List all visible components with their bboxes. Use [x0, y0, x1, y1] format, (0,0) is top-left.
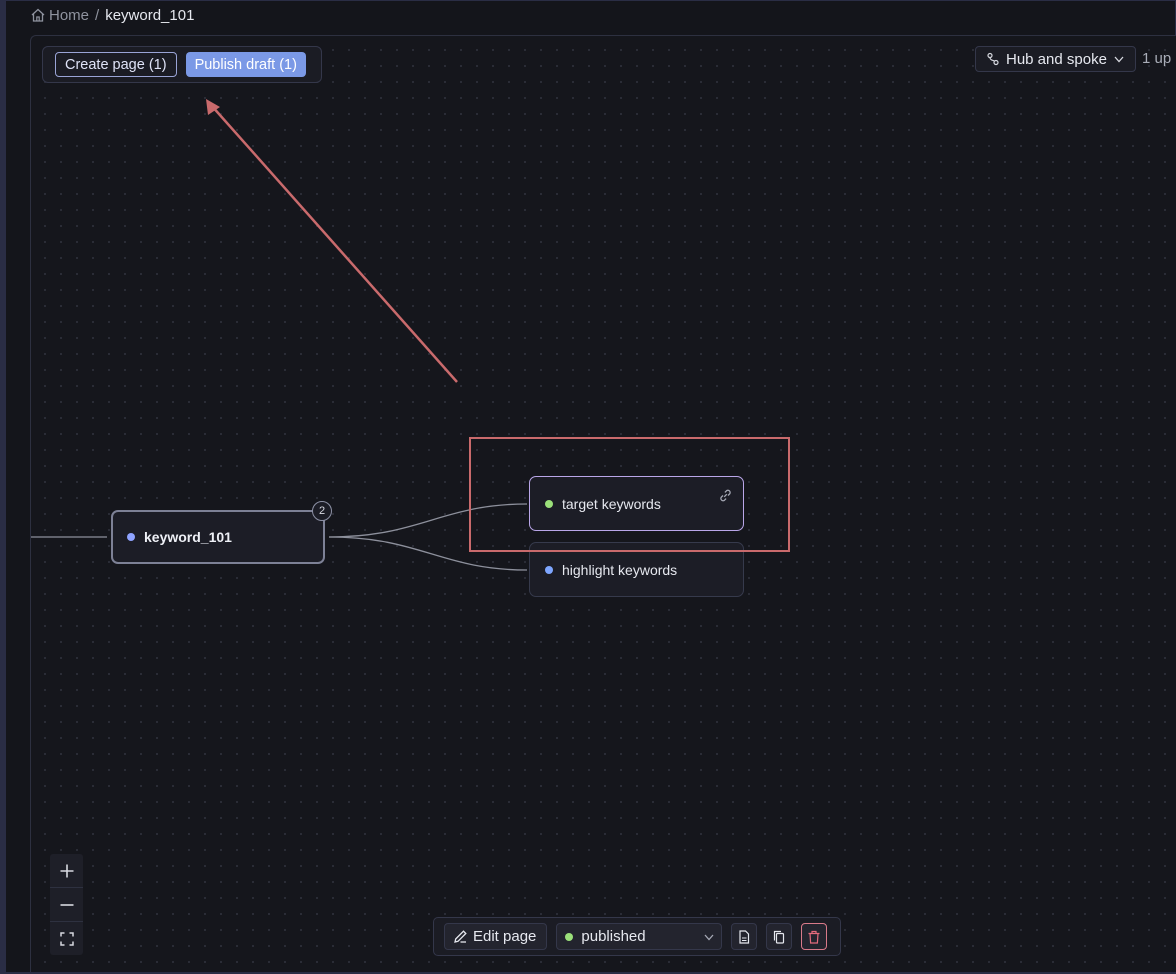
copy-icon	[774, 930, 785, 944]
zoom-out-button[interactable]	[50, 888, 83, 922]
breadcrumb-home[interactable]: Home	[30, 7, 89, 24]
page-actions-bar: Edit page published	[433, 917, 841, 956]
edit-page-label: Edit page	[473, 928, 537, 945]
status-value: published	[581, 928, 646, 945]
breadcrumb: Home / keyword_101	[30, 5, 194, 25]
chevron-down-icon	[704, 934, 714, 940]
annotation-arrow	[206, 99, 458, 383]
status-dot	[565, 932, 574, 941]
breadcrumb-separator: /	[95, 6, 100, 24]
view-document-button[interactable]	[731, 923, 758, 950]
zoom-in-button[interactable]	[50, 854, 83, 888]
app-frame: Home / keyword_101 Create page (1) Publi…	[0, 0, 1176, 974]
duplicate-button[interactable]	[766, 923, 793, 950]
plus-icon	[60, 864, 73, 877]
trash-icon	[808, 930, 820, 944]
fit-view-button[interactable]	[50, 922, 83, 955]
minus-icon	[60, 903, 73, 906]
home-icon	[31, 8, 45, 22]
fit-view-icon	[59, 931, 74, 946]
zoom-controls	[50, 854, 83, 955]
breadcrumb-current: keyword_101	[105, 6, 195, 24]
document-icon	[739, 929, 750, 944]
delete-button[interactable]	[801, 923, 828, 950]
status-select[interactable]: published	[556, 923, 723, 950]
breadcrumb-home-label: Home	[49, 6, 90, 24]
pencil-icon	[454, 930, 467, 943]
graph-canvas[interactable]: Create page (1) Publish draft (1) Hub an…	[30, 35, 1176, 972]
edit-page-button[interactable]: Edit page	[444, 923, 548, 950]
